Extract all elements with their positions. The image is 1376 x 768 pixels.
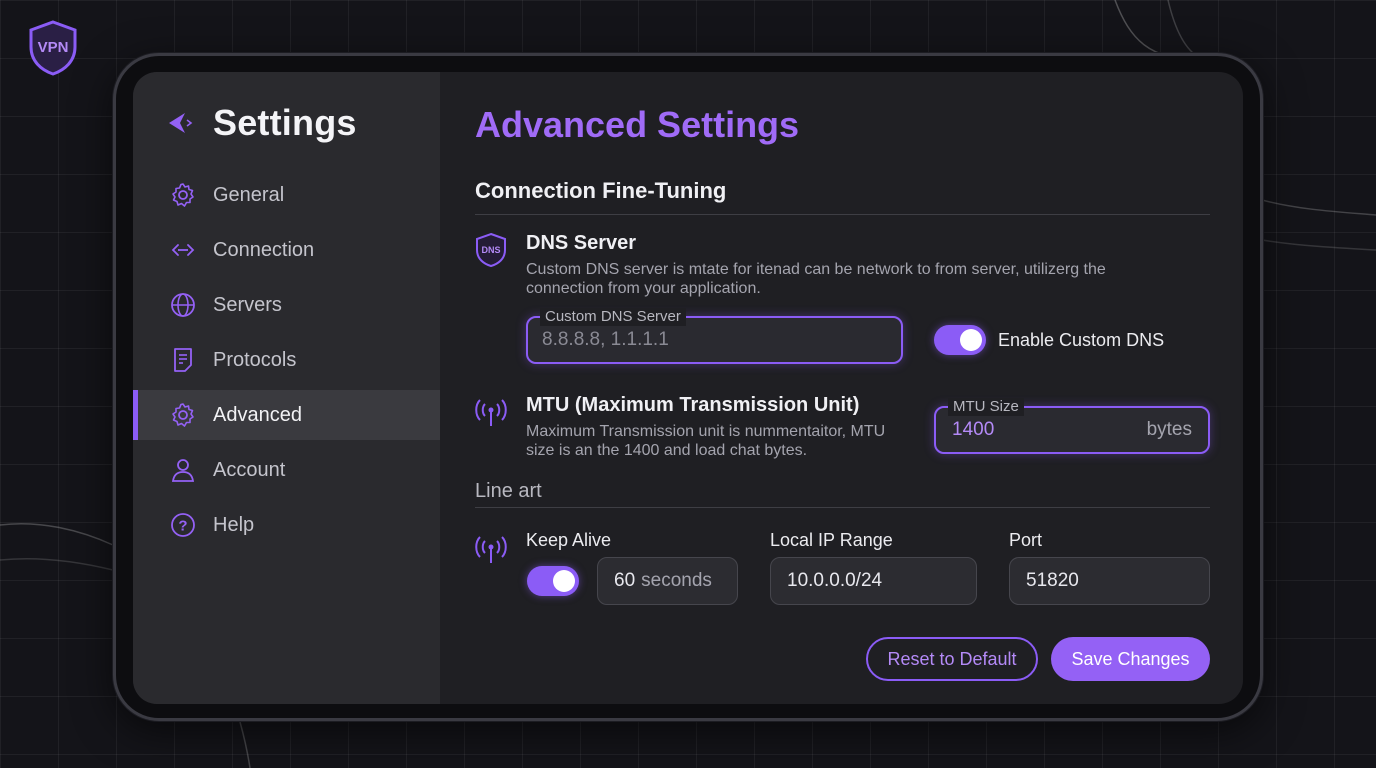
sidebar-item-label: Advanced (213, 403, 302, 426)
sidebar-header: Settings (165, 102, 357, 144)
sidebar-item-label: Servers (213, 293, 282, 316)
logo-text: VPN (38, 39, 69, 56)
sidebar-item-label: Account (213, 458, 286, 481)
dns-title: DNS Server (526, 232, 637, 254)
sidebar-item-connection[interactable]: Connection (133, 225, 440, 275)
keep-alive-number: 60 (614, 570, 636, 591)
brand-icon (169, 113, 193, 133)
custom-dns-field: Custom DNS Server (526, 308, 903, 364)
keep-alive-unit: seconds (641, 570, 712, 591)
keep-alive-toggle[interactable] (527, 566, 579, 596)
mtu-size-field[interactable]: MTU Size 1400 bytes (934, 398, 1210, 454)
sidebar-item-label: General (213, 183, 285, 206)
main-content: Advanced Settings Connection Fine-Tuning… (440, 72, 1243, 704)
sidebar-item-label: Protocols (213, 348, 297, 371)
user-icon (171, 459, 195, 482)
svg-text:?: ? (178, 518, 187, 535)
gear-icon (172, 403, 194, 427)
enable-custom-dns-label: Enable Custom DNS (998, 330, 1165, 350)
port-value: 51820 (1026, 570, 1079, 591)
document-icon (174, 348, 192, 372)
settings-window: Settings General Connection Servers Prot… (133, 72, 1243, 704)
antenna-icon (475, 399, 507, 426)
keep-alive-label: Keep Alive (526, 530, 612, 550)
mtu-unit: bytes (1146, 419, 1192, 440)
sidebar-item-help[interactable]: ? Help (133, 500, 440, 550)
tablet-frame: Settings General Connection Servers Prot… (113, 53, 1263, 721)
shield-icon: VPN (29, 20, 77, 76)
page-title: Advanced Settings (475, 104, 800, 145)
dns-badge-text: DNS (481, 245, 500, 255)
sidebar-title: Settings (213, 102, 357, 143)
sidebar-item-label: Help (213, 513, 255, 536)
section-heading-fine-tuning: Connection Fine-Tuning (475, 178, 727, 203)
sidebar-nav: General Connection Servers Protocols Adv… (133, 170, 440, 555)
port-field[interactable]: 51820 (1009, 557, 1210, 605)
keep-alive-interval-field[interactable]: 60 seconds (597, 557, 738, 605)
dns-description-line1: Custom DNS server is mtate for itenad ca… (526, 261, 1106, 278)
mtu-value: 1400 (952, 419, 995, 440)
sidebar-item-servers[interactable]: Servers (133, 280, 440, 330)
divider (475, 214, 1210, 215)
keep-alive-value: 60 seconds (614, 558, 712, 604)
dns-shield-icon: DNS (476, 232, 506, 268)
sidebar-item-protocols[interactable]: Protocols (133, 335, 440, 385)
sidebar-item-account[interactable]: Account (133, 445, 440, 495)
reset-to-default-button[interactable]: Reset to Default (866, 637, 1038, 681)
port-label: Port (1009, 530, 1043, 550)
enable-custom-dns-toggle[interactable] (934, 325, 986, 355)
antenna-icon (475, 536, 507, 563)
globe-icon (171, 293, 195, 317)
mtu-title: MTU (Maximum Transmission Unit) (526, 394, 860, 416)
local-ip-range-field[interactable]: 10.0.0.0/24 (770, 557, 977, 605)
sidebar-item-advanced[interactable]: Advanced (133, 390, 440, 440)
mtu-description-line2: size is an the 1400 and load chat bytes. (526, 442, 808, 459)
gear-icon (172, 183, 194, 207)
local-ip-range-value: 10.0.0.0/24 (787, 570, 883, 591)
sidebar-item-general[interactable]: General (133, 170, 440, 220)
save-changes-button[interactable]: Save Changes (1051, 637, 1210, 681)
section-heading-line-art: Line art (475, 480, 542, 502)
help-icon: ? (171, 513, 195, 537)
mtu-description-line1: Maximum Transmission unit is nummentaito… (526, 423, 886, 440)
local-ip-range-label: Local IP Range (770, 530, 893, 550)
custom-dns-input[interactable] (542, 318, 841, 362)
toggle-knob (553, 570, 575, 592)
sidebar: Settings General Connection Servers Prot… (133, 72, 440, 704)
sidebar-item-label: Connection (213, 238, 315, 261)
vpn-logo: VPN (27, 19, 79, 77)
divider (475, 507, 1210, 508)
toggle-knob (960, 329, 982, 351)
dns-description-line2: connection from your application. (526, 280, 761, 297)
connection-icon (171, 244, 195, 256)
